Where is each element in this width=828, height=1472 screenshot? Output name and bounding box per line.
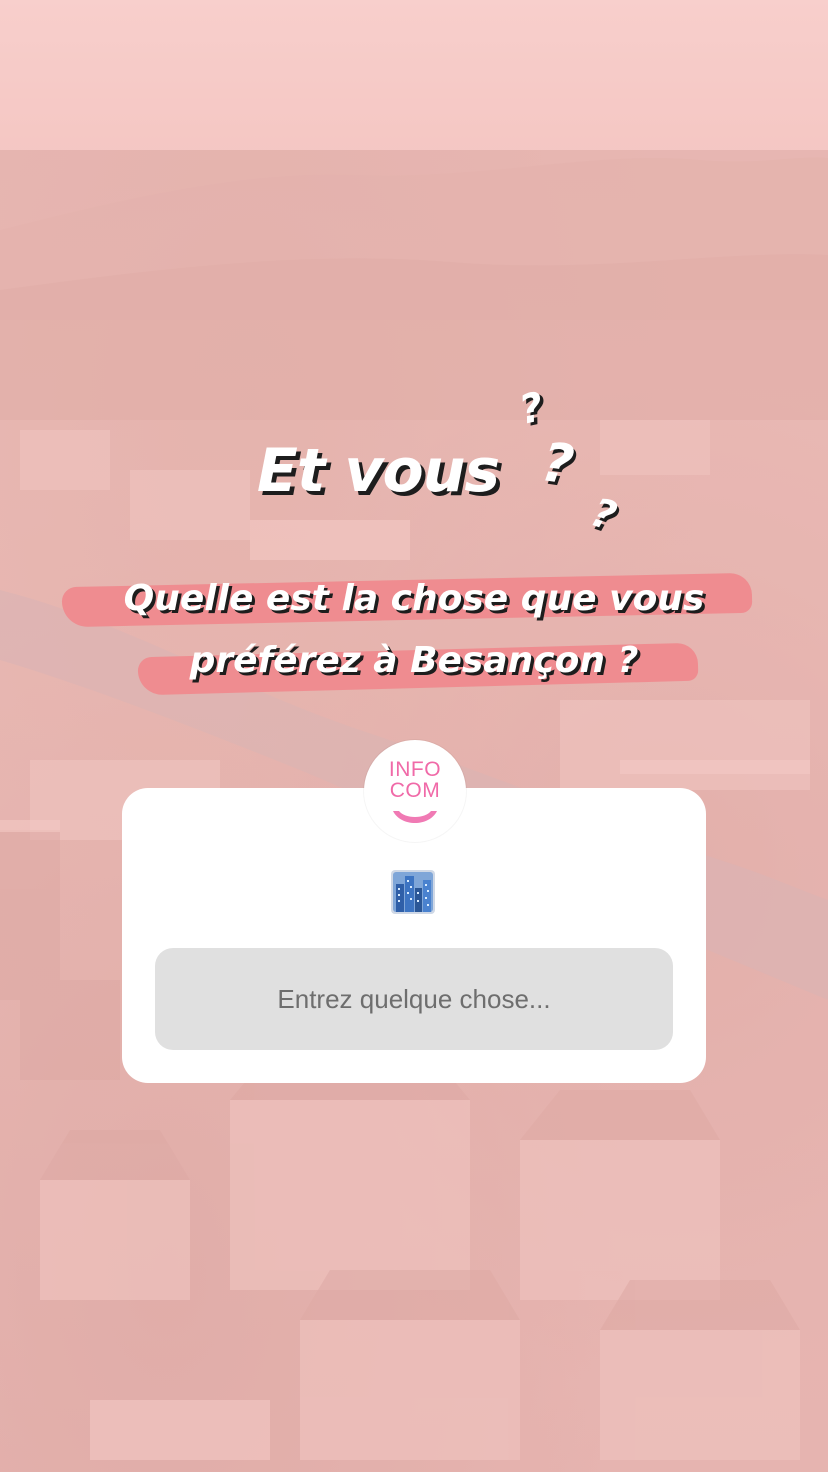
avatar-logo-line-1: INFO xyxy=(388,758,442,781)
question-line-2: préférez à Besançon ? xyxy=(189,640,639,681)
smile-logo-icon xyxy=(393,811,437,823)
city-skyline-icon xyxy=(391,870,435,914)
answer-input-placeholder: Entrez quelque chose... xyxy=(277,983,551,1014)
headline-text: Et vous xyxy=(256,436,500,506)
background-photo xyxy=(0,0,828,1472)
headline: Et vous xyxy=(0,436,828,506)
profile-avatar: INFO COM xyxy=(364,740,466,842)
avatar-logo-line-2: COM xyxy=(389,779,441,802)
background-pink-overlay xyxy=(0,0,828,1472)
answer-input[interactable]: Entrez quelque chose... xyxy=(155,948,673,1050)
avatar-logo-text: INFO COM xyxy=(367,759,463,801)
question-line-1: Quelle est la chose que vous xyxy=(123,578,705,619)
